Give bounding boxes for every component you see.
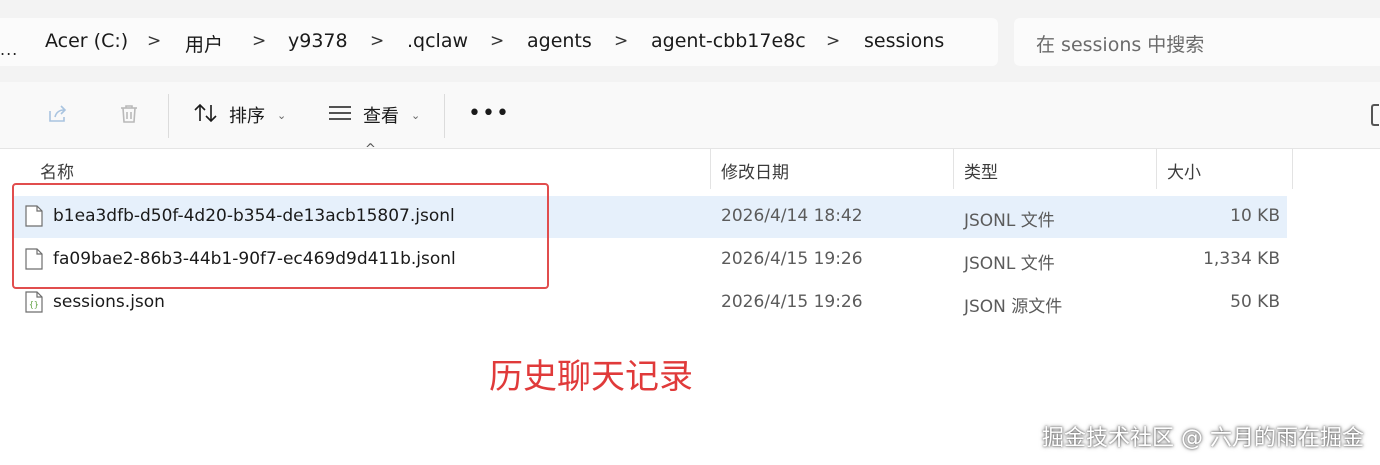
file-date: 2026/4/15 19:26 bbox=[721, 292, 863, 312]
search-box[interactable]: 在 sessions 中搜索 bbox=[1014, 18, 1380, 66]
chevron-right-icon[interactable]: > bbox=[370, 31, 384, 51]
toolbar-divider bbox=[444, 94, 445, 138]
sort-label: 排序 bbox=[229, 106, 265, 127]
overflow-crumbs-button[interactable]: ... bbox=[0, 40, 18, 59]
json-file-icon: {} bbox=[25, 291, 43, 317]
title-navigation-area: ... Acer (C:) > 用户 > y9378 > .qclaw > ag… bbox=[0, 0, 1380, 82]
trash-icon[interactable] bbox=[117, 102, 141, 130]
toolbar-divider bbox=[168, 94, 169, 138]
crumb-agent[interactable]: agent-cbb17e8c bbox=[651, 30, 806, 52]
file-size: 10 KB bbox=[1230, 206, 1280, 226]
highlight-box bbox=[12, 183, 549, 289]
crumb-sessions[interactable]: sessions bbox=[864, 30, 944, 52]
chevron-down-icon: ⌄ bbox=[277, 108, 287, 122]
crumb-qclaw[interactable]: .qclaw bbox=[407, 30, 468, 52]
chevron-right-icon[interactable]: > bbox=[252, 31, 266, 51]
view-list-icon bbox=[327, 103, 353, 128]
file-size: 50 KB bbox=[1230, 292, 1280, 312]
column-header-size[interactable]: 大小 bbox=[1167, 158, 1201, 183]
column-divider[interactable] bbox=[1156, 149, 1157, 189]
chevron-right-icon[interactable]: > bbox=[147, 31, 161, 51]
column-header-date[interactable]: 修改日期 bbox=[721, 158, 789, 183]
column-divider[interactable] bbox=[1292, 149, 1293, 189]
file-type: JSON 源文件 bbox=[964, 297, 1063, 317]
chevron-right-icon[interactable]: > bbox=[490, 31, 504, 51]
sort-icon bbox=[193, 102, 219, 129]
view-button[interactable]: 查看 ⌄ bbox=[327, 98, 420, 132]
watermark: 掘金技术社区 @ 六月的雨在掘金 bbox=[1042, 426, 1364, 451]
share-icon[interactable] bbox=[46, 102, 70, 130]
chevron-right-icon[interactable]: > bbox=[614, 31, 628, 51]
file-type: JSONL 文件 bbox=[964, 211, 1055, 231]
search-input[interactable]: 在 sessions 中搜索 bbox=[1036, 30, 1204, 57]
svg-text:{}: {} bbox=[29, 300, 39, 309]
column-divider[interactable] bbox=[953, 149, 954, 189]
column-header-name[interactable]: 名称 bbox=[40, 158, 74, 183]
chevron-right-icon[interactable]: > bbox=[826, 31, 840, 51]
file-date: 2026/4/15 19:26 bbox=[721, 249, 863, 269]
crumb-user[interactable]: y9378 bbox=[288, 30, 348, 52]
sort-button[interactable]: 排序 ⌄ bbox=[193, 98, 286, 132]
crumb-users[interactable]: 用户 bbox=[185, 30, 223, 57]
chevron-down-icon: ⌄ bbox=[411, 108, 421, 122]
file-name: sessions.json bbox=[53, 292, 165, 312]
file-date: 2026/4/14 18:42 bbox=[721, 206, 863, 226]
view-label: 查看 bbox=[363, 106, 399, 127]
more-options-button[interactable]: ••• bbox=[468, 103, 510, 125]
column-header-type[interactable]: 类型 bbox=[964, 158, 998, 183]
crumb-agents[interactable]: agents bbox=[527, 30, 592, 52]
command-bar: 排序 ⌄ 查看 ⌄ ••• bbox=[0, 82, 1380, 149]
address-bar[interactable]: ... Acer (C:) > 用户 > y9378 > .qclaw > ag… bbox=[0, 18, 998, 66]
column-divider[interactable] bbox=[710, 149, 711, 189]
details-pane-icon[interactable] bbox=[1371, 104, 1379, 126]
annotation-label: 历史聊天记录 bbox=[489, 357, 693, 397]
file-size: 1,334 KB bbox=[1203, 249, 1280, 269]
file-type: JSONL 文件 bbox=[964, 254, 1055, 274]
crumb-drive[interactable]: Acer (C:) bbox=[45, 30, 128, 52]
